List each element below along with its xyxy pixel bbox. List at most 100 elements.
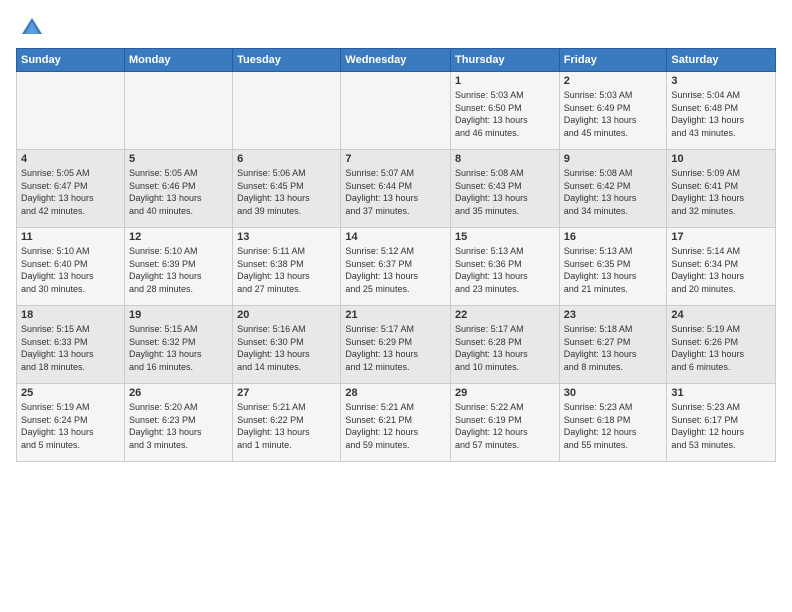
- calendar-cell: 29 Sunrise: 5:22 AM Sunset: 6:19 PM Dayli…: [451, 384, 560, 462]
- day-number: 5: [129, 153, 228, 165]
- day-number: 2: [564, 75, 663, 87]
- calendar-cell: 31 Sunrise: 5:23 AM Sunset: 6:17 PM Dayli…: [667, 384, 776, 462]
- calendar-cell: 19 Sunrise: 5:15 AM Sunset: 6:32 PM Dayli…: [124, 306, 232, 384]
- day-info: Sunrise: 5:08 AM Sunset: 6:43 PM Dayligh…: [455, 167, 555, 217]
- day-number: 14: [345, 231, 446, 243]
- calendar-cell: 27Sunrise: 5:21 AM Sunset: 6:22 PM Dayli…: [233, 384, 341, 462]
- calendar-cell: [233, 72, 341, 150]
- day-info: Sunrise: 5:09 AM Sunset: 6:41 PM Dayligh…: [671, 167, 771, 217]
- calendar-week-row: 4 Sunrise: 5:05 AM Sunset: 6:47 PM Daylig…: [17, 150, 776, 228]
- calendar-cell: 24Sunrise: 5:19 AM Sunset: 6:26 PM Dayli…: [667, 306, 776, 384]
- calendar-cell: 1 Sunrise: 5:03 AM Sunset: 6:50 PM Daylig…: [451, 72, 560, 150]
- header: [16, 16, 776, 36]
- calendar-week-row: 18 Sunrise: 5:15 AM Sunset: 6:33 PM Dayli…: [17, 306, 776, 384]
- weekday-header: Friday: [559, 49, 667, 72]
- calendar-cell: 23 Sunrise: 5:18 AM Sunset: 6:27 PM Dayli…: [559, 306, 667, 384]
- day-info: Sunrise: 5:06 AM Sunset: 6:45 PM Dayligh…: [237, 167, 336, 217]
- day-info: Sunrise: 5:13 AM Sunset: 6:36 PM Dayligh…: [455, 245, 555, 295]
- calendar-week-row: 1 Sunrise: 5:03 AM Sunset: 6:50 PM Daylig…: [17, 72, 776, 150]
- calendar-cell: [341, 72, 451, 150]
- day-number: 19: [129, 309, 228, 321]
- day-info: Sunrise: 5:17 AM Sunset: 6:28 PM Dayligh…: [455, 323, 555, 373]
- calendar-cell: 11 Sunrise: 5:10 AM Sunset: 6:40 PM Dayli…: [17, 228, 125, 306]
- day-info: Sunrise: 5:10 AM Sunset: 6:40 PM Dayligh…: [21, 245, 120, 295]
- day-info: Sunrise: 5:05 AM Sunset: 6:47 PM Dayligh…: [21, 167, 120, 217]
- day-number: 31: [671, 387, 771, 399]
- day-number: 3: [671, 75, 771, 87]
- weekday-header: Monday: [124, 49, 232, 72]
- day-number: 11: [21, 231, 120, 243]
- page: SundayMondayTuesdayWednesdayThursdayFrid…: [0, 0, 792, 470]
- weekday-header: Sunday: [17, 49, 125, 72]
- logo-icon: [20, 16, 44, 40]
- day-number: 4: [21, 153, 120, 165]
- day-info: Sunrise: 5:05 AM Sunset: 6:46 PM Dayligh…: [129, 167, 228, 217]
- day-number: 9: [564, 153, 663, 165]
- calendar-cell: [124, 72, 232, 150]
- day-number: 18: [21, 309, 120, 321]
- day-number: 28: [345, 387, 446, 399]
- day-info: Sunrise: 5:03 AM Sunset: 6:49 PM Dayligh…: [564, 89, 663, 139]
- calendar-cell: 17Sunrise: 5:14 AM Sunset: 6:34 PM Dayli…: [667, 228, 776, 306]
- day-number: 22: [455, 309, 555, 321]
- day-number: 24: [671, 309, 771, 321]
- calendar-cell: 5 Sunrise: 5:05 AM Sunset: 6:46 PM Daylig…: [124, 150, 232, 228]
- day-info: Sunrise: 5:12 AM Sunset: 6:37 PM Dayligh…: [345, 245, 446, 295]
- day-number: 29: [455, 387, 555, 399]
- day-info: Sunrise: 5:10 AM Sunset: 6:39 PM Dayligh…: [129, 245, 228, 295]
- calendar-cell: 28 Sunrise: 5:21 AM Sunset: 6:21 PM Dayli…: [341, 384, 451, 462]
- calendar-cell: 13 Sunrise: 5:11 AM Sunset: 6:38 PM Dayli…: [233, 228, 341, 306]
- day-number: 6: [237, 153, 336, 165]
- day-info: Sunrise: 5:21 AM Sunset: 6:22 PM Dayligh…: [237, 401, 336, 451]
- day-info: Sunrise: 5:23 AM Sunset: 6:18 PM Dayligh…: [564, 401, 663, 451]
- day-info: Sunrise: 5:22 AM Sunset: 6:19 PM Dayligh…: [455, 401, 555, 451]
- calendar-cell: 26Sunrise: 5:20 AM Sunset: 6:23 PM Dayli…: [124, 384, 232, 462]
- calendar-week-row: 25 Sunrise: 5:19 AM Sunset: 6:24 PM Dayli…: [17, 384, 776, 462]
- weekday-header: Thursday: [451, 49, 560, 72]
- day-info: Sunrise: 5:15 AM Sunset: 6:33 PM Dayligh…: [21, 323, 120, 373]
- calendar-cell: 14 Sunrise: 5:12 AM Sunset: 6:37 PM Dayli…: [341, 228, 451, 306]
- day-info: Sunrise: 5:19 AM Sunset: 6:24 PM Dayligh…: [21, 401, 120, 451]
- day-info: Sunrise: 5:18 AM Sunset: 6:27 PM Dayligh…: [564, 323, 663, 373]
- day-number: 1: [455, 75, 555, 87]
- calendar-cell: [17, 72, 125, 150]
- day-number: 10: [671, 153, 771, 165]
- calendar-cell: 18 Sunrise: 5:15 AM Sunset: 6:33 PM Dayli…: [17, 306, 125, 384]
- calendar-table: SundayMondayTuesdayWednesdayThursdayFrid…: [16, 48, 776, 462]
- day-number: 23: [564, 309, 663, 321]
- day-info: Sunrise: 5:20 AM Sunset: 6:23 PM Dayligh…: [129, 401, 228, 451]
- calendar-cell: 20Sunrise: 5:16 AM Sunset: 6:30 PM Dayli…: [233, 306, 341, 384]
- calendar-week-row: 11 Sunrise: 5:10 AM Sunset: 6:40 PM Dayli…: [17, 228, 776, 306]
- day-number: 12: [129, 231, 228, 243]
- calendar-cell: 2 Sunrise: 5:03 AM Sunset: 6:49 PM Daylig…: [559, 72, 667, 150]
- day-info: Sunrise: 5:04 AM Sunset: 6:48 PM Dayligh…: [671, 89, 771, 139]
- day-number: 13: [237, 231, 336, 243]
- day-number: 17: [671, 231, 771, 243]
- calendar-cell: 10 Sunrise: 5:09 AM Sunset: 6:41 PM Dayli…: [667, 150, 776, 228]
- calendar-cell: 16 Sunrise: 5:13 AM Sunset: 6:35 PM Dayli…: [559, 228, 667, 306]
- calendar-cell: 22 Sunrise: 5:17 AM Sunset: 6:28 PM Dayli…: [451, 306, 560, 384]
- day-number: 7: [345, 153, 446, 165]
- logo: [16, 16, 44, 36]
- day-info: Sunrise: 5:08 AM Sunset: 6:42 PM Dayligh…: [564, 167, 663, 217]
- day-number: 16: [564, 231, 663, 243]
- day-number: 15: [455, 231, 555, 243]
- weekday-header-row: SundayMondayTuesdayWednesdayThursdayFrid…: [17, 49, 776, 72]
- calendar-cell: 8Sunrise: 5:08 AM Sunset: 6:43 PM Daylig…: [451, 150, 560, 228]
- day-info: Sunrise: 5:21 AM Sunset: 6:21 PM Dayligh…: [345, 401, 446, 451]
- day-number: 20: [237, 309, 336, 321]
- day-info: Sunrise: 5:11 AM Sunset: 6:38 PM Dayligh…: [237, 245, 336, 295]
- weekday-header: Wednesday: [341, 49, 451, 72]
- day-info: Sunrise: 5:17 AM Sunset: 6:29 PM Dayligh…: [345, 323, 446, 373]
- calendar-cell: 30 Sunrise: 5:23 AM Sunset: 6:18 PM Dayli…: [559, 384, 667, 462]
- day-info: Sunrise: 5:03 AM Sunset: 6:50 PM Dayligh…: [455, 89, 555, 139]
- calendar-cell: 4 Sunrise: 5:05 AM Sunset: 6:47 PM Daylig…: [17, 150, 125, 228]
- day-info: Sunrise: 5:15 AM Sunset: 6:32 PM Dayligh…: [129, 323, 228, 373]
- day-info: Sunrise: 5:13 AM Sunset: 6:35 PM Dayligh…: [564, 245, 663, 295]
- calendar-cell: 3 Sunrise: 5:04 AM Sunset: 6:48 PM Daylig…: [667, 72, 776, 150]
- day-info: Sunrise: 5:07 AM Sunset: 6:44 PM Dayligh…: [345, 167, 446, 217]
- day-info: Sunrise: 5:23 AM Sunset: 6:17 PM Dayligh…: [671, 401, 771, 451]
- day-number: 21: [345, 309, 446, 321]
- day-number: 25: [21, 387, 120, 399]
- day-number: 30: [564, 387, 663, 399]
